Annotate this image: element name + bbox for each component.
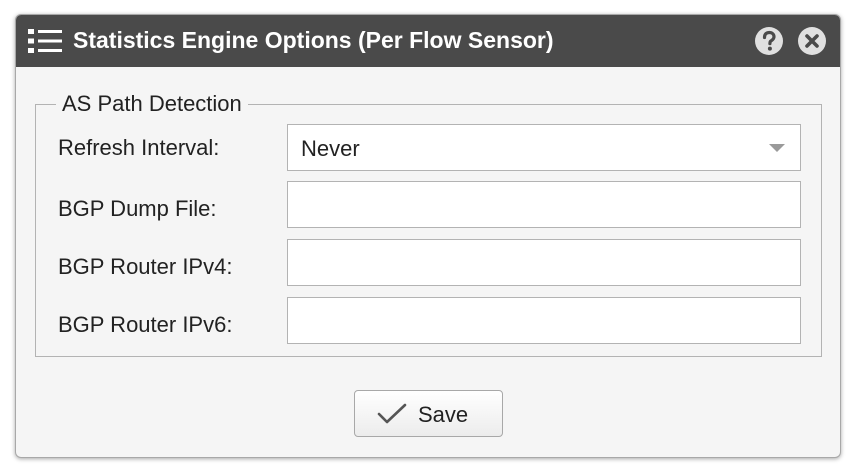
checkmark-icon: [377, 403, 407, 424]
bgp-router-ipv6-input[interactable]: [288, 298, 800, 343]
refresh-interval-value: Never: [301, 136, 360, 161]
dialog-title: Statistics Engine Options (Per Flow Sens…: [73, 27, 554, 53]
statistics-engine-options-dialog: Statistics Engine Options (Per Flow Sens…: [15, 14, 841, 458]
bgp-dump-file-input[interactable]: [288, 182, 800, 227]
close-icon[interactable]: [797, 26, 827, 56]
bgp-router-ipv4-label: BGP Router IPv4:: [58, 254, 233, 279]
save-button-label: Save: [418, 402, 469, 427]
refresh-interval-label: Refresh Interval:: [58, 135, 220, 160]
chevron-down-icon: [769, 144, 785, 152]
refresh-interval-select[interactable]: Never: [287, 124, 801, 171]
fieldset-legend: AS Path Detection: [56, 91, 248, 117]
bgp-router-ipv4-input[interactable]: [288, 240, 800, 285]
dialog-titlebar: Statistics Engine Options (Per Flow Sens…: [16, 15, 840, 67]
bgp-router-ipv6-label: BGP Router IPv6:: [58, 312, 233, 337]
bgp-router-ipv6-field[interactable]: [287, 297, 801, 344]
list-menu-icon[interactable]: [28, 27, 62, 55]
question-icon[interactable]: [754, 26, 784, 56]
bgp-router-ipv4-field[interactable]: [287, 239, 801, 286]
bgp-dump-file-label: BGP Dump File:: [58, 196, 217, 221]
save-button[interactable]: Save: [354, 390, 503, 437]
bgp-dump-file-field[interactable]: [287, 181, 801, 228]
